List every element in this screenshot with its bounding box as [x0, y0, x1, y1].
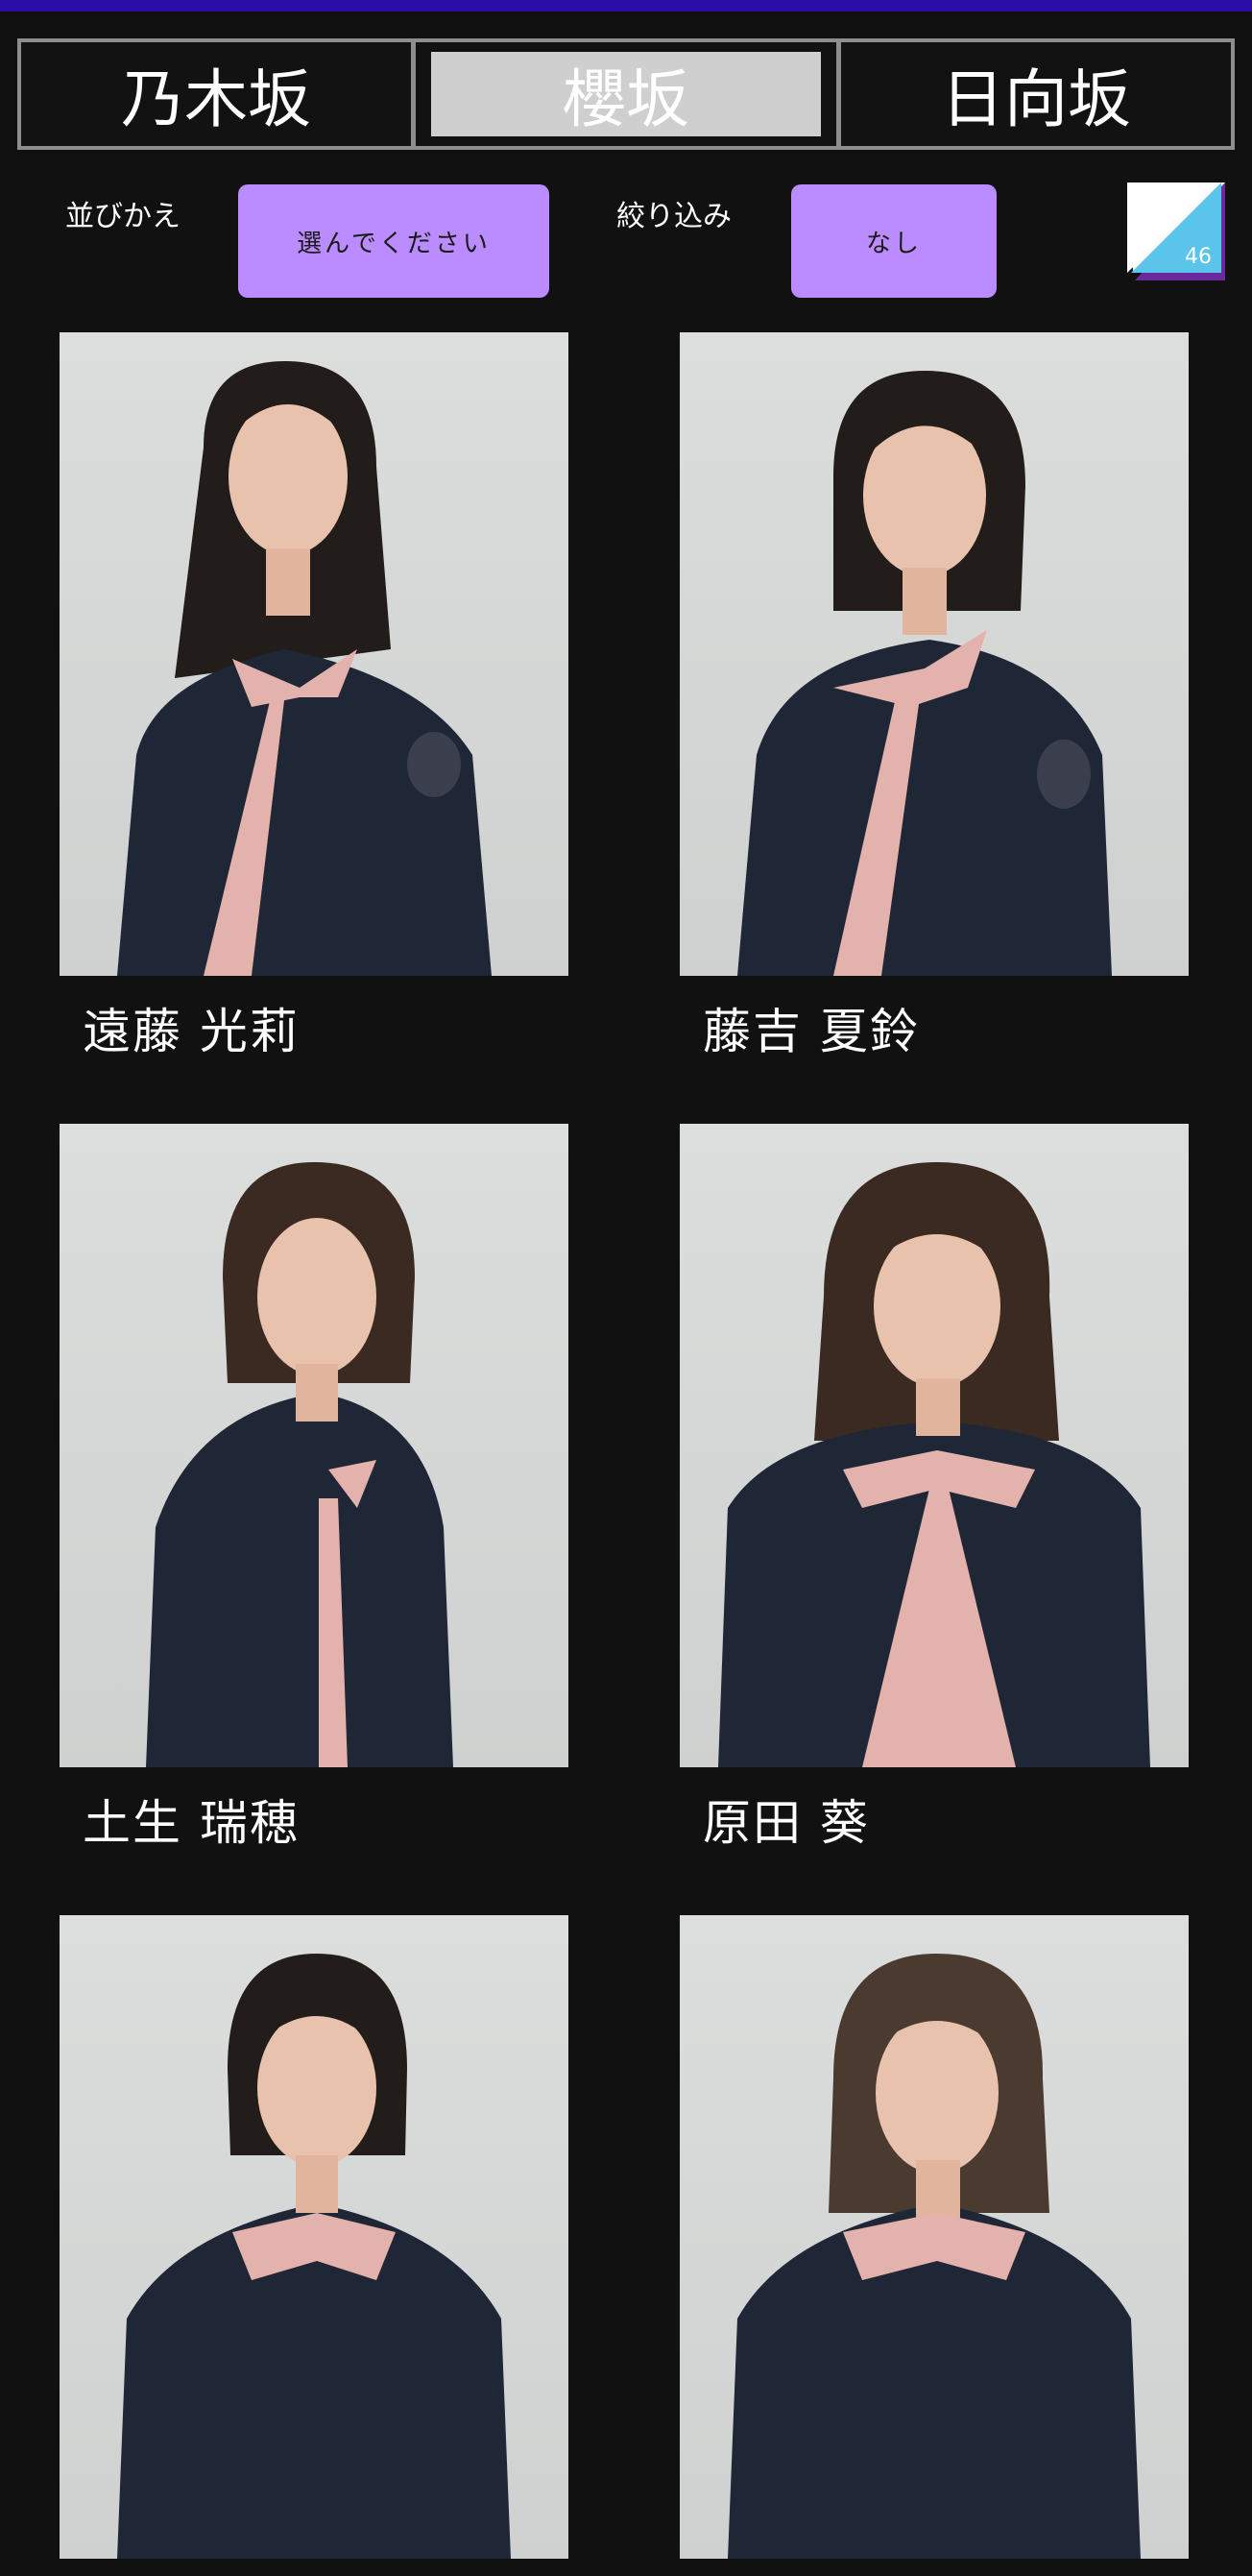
member-name: 遠藤 光莉 — [83, 1004, 300, 1059]
member-photo — [680, 1124, 1189, 1767]
group-logo-icon[interactable]: 46 — [1121, 177, 1231, 286]
member-name: 藤吉 夏鈴 — [703, 1004, 920, 1059]
member-card[interactable] — [60, 1915, 568, 2576]
sort-label: 並びかえ — [65, 200, 181, 233]
member-photo — [60, 1124, 568, 1767]
member-card[interactable]: 遠藤 光莉 — [60, 332, 568, 1062]
member-photo — [60, 1915, 568, 2559]
member-card[interactable] — [680, 1915, 1189, 2576]
tab-hinatazaka[interactable]: 日向坂 — [841, 42, 1231, 146]
tab-label: 乃木坂 — [121, 62, 311, 136]
svg-text:46: 46 — [1185, 245, 1212, 269]
member-card[interactable]: 土生 瑞穂 — [60, 1124, 568, 1854]
member-name: 土生 瑞穂 — [83, 1795, 300, 1851]
member-photo — [680, 1915, 1189, 2559]
filter-select-button[interactable]: なし — [791, 184, 997, 298]
member-name: 原田 葵 — [703, 1795, 870, 1851]
tab-label: 日向坂 — [941, 62, 1131, 136]
top-accent-bar — [0, 0, 1252, 12]
filter-label: 絞り込み — [616, 200, 732, 233]
tab-label: 櫻坂 — [431, 52, 821, 136]
member-card[interactable]: 藤吉 夏鈴 — [680, 332, 1189, 1062]
member-card[interactable]: 原田 葵 — [680, 1124, 1189, 1854]
group-tabs: 乃木坂 櫻坂 日向坂 — [17, 38, 1235, 150]
member-photo — [60, 332, 568, 976]
member-photo — [680, 332, 1189, 976]
sort-select-button[interactable]: 選んでください — [238, 184, 549, 298]
tab-nogizaka[interactable]: 乃木坂 — [21, 42, 411, 146]
tab-sakurazaka[interactable]: 櫻坂 — [416, 42, 836, 146]
